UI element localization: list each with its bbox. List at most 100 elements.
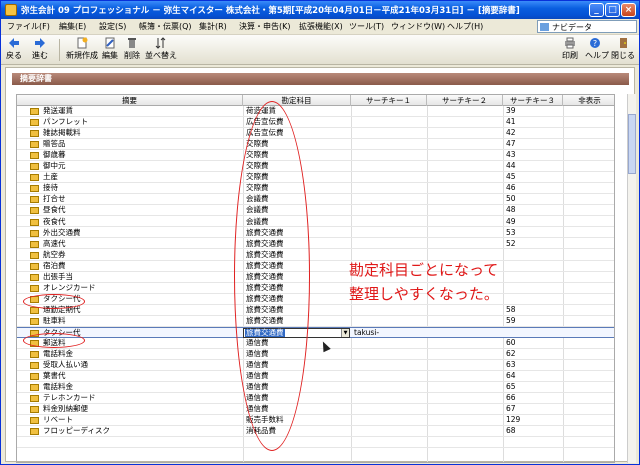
account-highlight-oval xyxy=(234,101,310,451)
column-hidden[interactable]: 非表示 xyxy=(563,95,614,106)
summary-cell: 出張手当 xyxy=(43,271,73,281)
table-row[interactable]: 夜食代 会議費 49 xyxy=(17,217,614,228)
table-row[interactable]: リベート 販売手数料 129 xyxy=(17,415,614,427)
row-folder-icon xyxy=(30,417,39,425)
table-row[interactable]: 電話料金 通信費 65 xyxy=(17,382,614,394)
table-row[interactable]: 宿泊費 旅費交通費 xyxy=(17,260,614,272)
menu-aggregate[interactable]: 集計(R) xyxy=(199,21,227,32)
menu-file[interactable]: ファイル(F) xyxy=(7,21,50,32)
row-folder-icon xyxy=(30,163,39,171)
menu-closing[interactable]: 決算・申告(K) xyxy=(239,21,291,32)
table-row[interactable]: オレンジカード 旅費交通費 xyxy=(17,283,614,294)
table-row[interactable]: 出張手当 旅費交通費 xyxy=(17,271,614,283)
column-summary[interactable]: 摘要 xyxy=(17,95,243,106)
search-key3-cell: 63 xyxy=(506,360,516,370)
search-key3-cell: 42 xyxy=(506,128,516,138)
column-account[interactable]: 勘定科目 xyxy=(243,95,351,106)
summary-cell: フロッピーディスク xyxy=(43,426,110,436)
table-row[interactable]: 御中元 交際費 44 xyxy=(17,161,614,173)
table-row[interactable]: テレホンカード 通信費 66 xyxy=(17,393,614,405)
annotation-line2: 整理しやすくなった。 xyxy=(349,285,499,303)
summary-cell: リベート xyxy=(43,415,73,425)
table-row[interactable]: 通勤定期代 旅費交通費 58 xyxy=(17,304,614,316)
search-key3-cell: 66 xyxy=(506,393,516,403)
app-icon xyxy=(5,4,17,16)
delete-button[interactable]: 削除 xyxy=(123,37,141,61)
table-row[interactable]: 駐車料 旅費交通費 59 xyxy=(17,315,614,327)
table-row[interactable]: 航空券 旅費交通費 xyxy=(17,249,614,261)
table-row[interactable]: 葉書代 通信費 64 xyxy=(17,371,614,383)
table-row[interactable]: 外出交通費 旅費交通費 53 xyxy=(17,228,614,239)
chevron-down-icon[interactable]: ▼ xyxy=(341,329,349,337)
table-row[interactable]: タクシー代 旅費交通費 xyxy=(17,294,614,305)
table-row[interactable]: 料金別納郵便 通信費 67 xyxy=(17,404,614,416)
menu-tools[interactable]: ツール(T) xyxy=(349,21,384,32)
column-key3[interactable]: サーチキー３ xyxy=(503,95,563,106)
menu-help[interactable]: ヘルプ(H) xyxy=(447,21,483,32)
back-button[interactable]: 戻る xyxy=(5,37,23,61)
table-row[interactable]: フロッピーディスク 消耗品費 68 xyxy=(17,426,614,438)
table-row[interactable]: 電話料金 通信費 62 xyxy=(17,349,614,360)
navi-data-button[interactable]: ナビデータ xyxy=(537,20,637,33)
summary-cell: 電話料金 xyxy=(43,382,73,392)
table-row[interactable]: 雑誌掲載料 広告宣伝費 42 xyxy=(17,128,614,139)
new-button[interactable]: 新規作成 xyxy=(65,37,99,61)
menu-edit[interactable]: 編集(E) xyxy=(59,21,86,32)
maximize-icon[interactable]: □ xyxy=(605,3,620,17)
row-folder-icon xyxy=(30,174,39,182)
table-row[interactable]: 発送運賃 荷造運賃 39 xyxy=(17,106,614,117)
table-row[interactable] xyxy=(17,438,614,449)
row-folder-icon xyxy=(30,185,39,193)
search-key3-cell: 67 xyxy=(506,404,516,414)
toolbar: 戻る 進む 新規作成 編集 削除 並べ替え 印刷 ? ヘルプ 閉じる xyxy=(1,35,639,65)
search-key3-cell: 58 xyxy=(506,304,516,314)
summary-cell: 御中元 xyxy=(43,161,66,171)
menu-books[interactable]: 帳簿・伝票(Q) xyxy=(139,21,192,32)
row-folder-icon xyxy=(30,406,39,414)
row-folder-icon xyxy=(30,262,39,270)
vertical-scrollbar[interactable] xyxy=(627,94,636,463)
summary-cell: 宿泊費 xyxy=(43,260,66,270)
scrollbar-thumb[interactable] xyxy=(628,114,636,174)
table-row[interactable]: 郵送料 通信費 60 xyxy=(17,338,614,349)
close-icon[interactable]: × xyxy=(621,3,636,17)
menu-settings[interactable]: 設定(S) xyxy=(99,21,126,32)
search-key3-cell: 43 xyxy=(506,150,516,160)
help-button[interactable]: ? ヘルプ xyxy=(585,37,609,61)
table-row[interactable]: 贈答品 交際費 47 xyxy=(17,139,614,151)
summary-cell: パンフレット xyxy=(43,117,89,127)
menu-window[interactable]: ウィンドウ(W) xyxy=(391,21,445,32)
column-key1[interactable]: サーチキー１ xyxy=(351,95,427,106)
minimize-icon[interactable]: _ xyxy=(589,3,604,17)
column-key2[interactable]: サーチキー２ xyxy=(427,95,503,106)
table-row[interactable]: 打合せ 会議費 50 xyxy=(17,194,614,206)
back-arrow-icon xyxy=(9,38,19,48)
sort-button[interactable]: 並べ替え xyxy=(145,37,177,61)
close-button[interactable]: 閉じる xyxy=(611,37,635,61)
forward-button[interactable]: 進む xyxy=(31,37,49,61)
table-row[interactable]: 受取人払い通 通信費 63 xyxy=(17,360,614,372)
search-key3-cell: 62 xyxy=(506,349,516,359)
table-row[interactable]: 高速代 旅費交通費 52 xyxy=(17,239,614,250)
table-row[interactable]: 接待 交際費 46 xyxy=(17,183,614,195)
table-row[interactable]: 土産 交際費 45 xyxy=(17,172,614,184)
table-row[interactable]: タクシー代 旅費交通費 ▼ takusi- xyxy=(17,327,614,338)
table-row[interactable]: 昼食代 会議費 48 xyxy=(17,205,614,217)
table-row[interactable]: 御歳暮 交際費 43 xyxy=(17,150,614,162)
edit-button[interactable]: 編集 xyxy=(101,37,119,61)
row-folder-icon xyxy=(30,229,39,237)
table-row[interactable]: パンフレット 広告宣伝費 41 xyxy=(17,117,614,128)
summary-cell: 駐車料 xyxy=(43,315,66,325)
search-key3-cell: 60 xyxy=(506,338,516,348)
menu-extensions[interactable]: 拡張機能(X) xyxy=(299,21,343,32)
print-button[interactable]: 印刷 xyxy=(561,37,579,61)
content-panel: 摘要辞書 摘要 勘定科目 サーチキー１ サーチキー２ サーチキー３ 非表示 発送… xyxy=(5,67,636,463)
summary-dictionary-table[interactable]: 摘要 勘定科目 サーチキー１ サーチキー２ サーチキー３ 非表示 発送運賃 荷造運… xyxy=(16,94,615,463)
row-folder-icon xyxy=(30,373,39,381)
row-folder-icon xyxy=(30,152,39,160)
row-folder-icon xyxy=(30,119,39,127)
summary-cell: 料金別納郵便 xyxy=(43,404,88,414)
annotation-line1: 勘定科目ごとになって xyxy=(349,261,499,279)
summary-cell: 航空券 xyxy=(43,249,66,259)
section-title: 摘要辞書 xyxy=(12,73,629,85)
